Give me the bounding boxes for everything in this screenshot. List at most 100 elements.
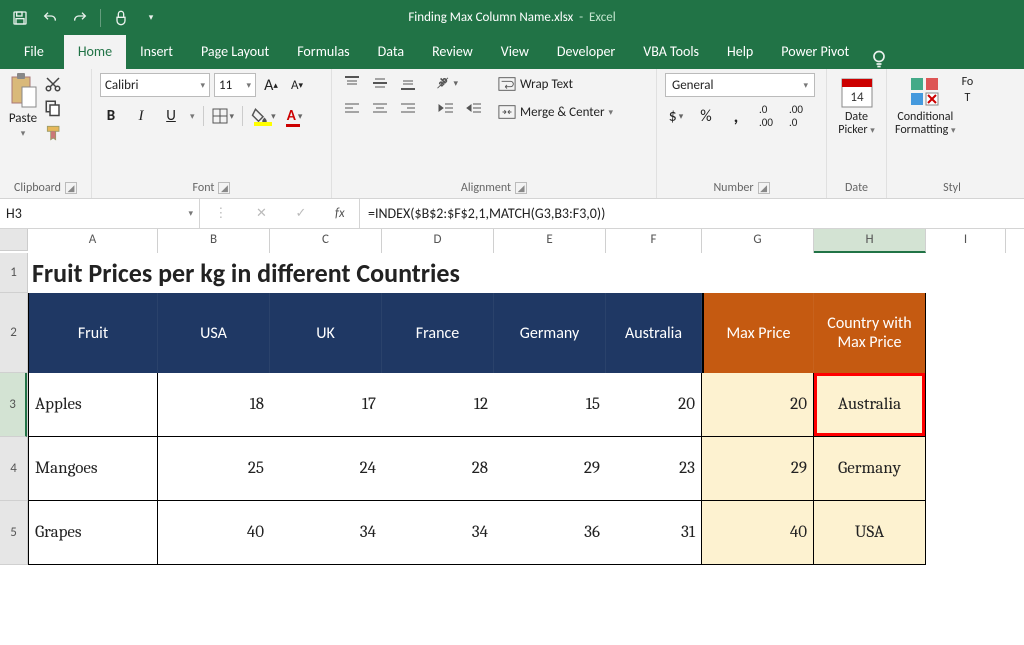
select-all-corner[interactable]	[0, 229, 28, 251]
row-header-1[interactable]: 1	[0, 253, 27, 293]
accounting-format-icon[interactable]: $	[665, 105, 687, 127]
align-middle-icon[interactable]	[368, 73, 392, 93]
cell-g5[interactable]: 40	[702, 501, 814, 565]
header-germany[interactable]: Germany	[494, 293, 606, 373]
col-header-h[interactable]: H	[814, 229, 926, 253]
cell-b3[interactable]: 18	[158, 373, 270, 437]
header-france[interactable]: France	[382, 293, 494, 373]
redo-icon[interactable]	[70, 8, 90, 28]
paste-icon[interactable]	[8, 73, 38, 109]
touch-mouse-mode-icon[interactable]	[111, 8, 131, 28]
copy-icon[interactable]	[44, 99, 64, 117]
clipboard-dialog-launcher-icon[interactable]: ◢	[65, 182, 77, 194]
cell-b5[interactable]: 40	[158, 501, 270, 565]
cell-g4[interactable]: 29	[702, 437, 814, 501]
cell-d4[interactable]: 28	[382, 437, 494, 501]
cell-a5[interactable]: Grapes	[28, 501, 158, 565]
cell-h5[interactable]: USA	[814, 501, 926, 565]
col-header-i[interactable]: I	[926, 229, 1006, 253]
cell-e5[interactable]: 36	[494, 501, 606, 565]
spreadsheet-grid[interactable]: A B C D E F G H I 1 2 3 4 5 Fruit Prices…	[0, 229, 1024, 565]
font-name-select[interactable]: Calibri▾	[100, 73, 210, 97]
increase-font-icon[interactable]: A▴	[260, 74, 282, 96]
col-header-d[interactable]: D	[382, 229, 494, 253]
date-picker-button[interactable]: DatePicker ▾	[838, 111, 875, 137]
header-uk[interactable]: UK	[270, 293, 382, 373]
wrap-text-button[interactable]: Wrap Text	[494, 73, 617, 95]
tab-developer[interactable]: Developer	[543, 35, 629, 69]
cell-c3[interactable]: 17	[270, 373, 382, 437]
tab-insert[interactable]: Insert	[126, 35, 187, 69]
align-right-icon[interactable]	[396, 99, 420, 119]
format-painter-icon[interactable]	[44, 123, 64, 141]
conditional-formatting-button[interactable]: ConditionalFormatting ▾	[895, 73, 956, 137]
orientation-icon[interactable]: ab	[434, 73, 458, 93]
percent-format-icon[interactable]: %	[695, 105, 717, 127]
cell-a3[interactable]: Apples	[28, 373, 158, 437]
tab-help[interactable]: Help	[713, 35, 767, 69]
header-australia[interactable]: Australia	[606, 293, 702, 373]
align-center-icon[interactable]	[368, 99, 392, 119]
tab-data[interactable]: Data	[364, 35, 418, 69]
cut-icon[interactable]	[44, 75, 64, 93]
tab-formulas[interactable]: Formulas	[283, 35, 363, 69]
tab-vba-tools[interactable]: VBA Tools	[629, 35, 713, 69]
cell-d5[interactable]: 34	[382, 501, 494, 565]
increase-indent-icon[interactable]	[462, 99, 486, 119]
fill-color-icon[interactable]	[251, 105, 276, 127]
tell-me[interactable]	[869, 49, 889, 69]
tab-page-layout[interactable]: Page Layout	[187, 35, 283, 69]
cell-c5[interactable]: 34	[270, 501, 382, 565]
cell-f5[interactable]: 31	[606, 501, 702, 565]
alignment-dialog-launcher-icon[interactable]: ◢	[515, 182, 527, 194]
col-header-f[interactable]: F	[606, 229, 702, 253]
font-color-icon[interactable]: A	[284, 105, 306, 127]
col-header-c[interactable]: C	[270, 229, 382, 253]
font-dialog-launcher-icon[interactable]: ◢	[218, 182, 230, 194]
col-header-b[interactable]: B	[158, 229, 270, 253]
decrease-font-icon[interactable]: A▾	[286, 74, 308, 96]
underline-button[interactable]: U	[160, 105, 182, 127]
cell-h4[interactable]: Germany	[814, 437, 926, 501]
formula-input[interactable]: =INDEX($B$2:$F$2,1,MATCH(G3,B3:F3,0))	[360, 199, 1024, 228]
cell-c4[interactable]: 24	[270, 437, 382, 501]
save-icon[interactable]	[10, 8, 30, 28]
row-header-3[interactable]: 3	[0, 373, 27, 437]
header-fruit[interactable]: Fruit	[28, 293, 158, 373]
col-header-a[interactable]: A	[28, 229, 158, 253]
comma-format-icon[interactable]: ,	[725, 105, 747, 127]
cancel-formula-icon[interactable]: ✕	[256, 206, 267, 221]
cell-b4[interactable]: 25	[158, 437, 270, 501]
tab-home[interactable]: Home	[64, 35, 126, 69]
row-header-4[interactable]: 4	[0, 437, 27, 501]
italic-button[interactable]: I	[130, 105, 152, 127]
paste-button[interactable]: Paste	[9, 111, 37, 126]
cell-a4[interactable]: Mangoes	[28, 437, 158, 501]
bold-button[interactable]: B	[100, 105, 122, 127]
enter-formula-icon[interactable]: ✓	[296, 206, 307, 221]
insert-function-icon[interactable]: fx	[335, 206, 345, 221]
sheet-title-cell[interactable]: Fruit Prices per kg in different Countri…	[28, 253, 926, 293]
cell-e3[interactable]: 15	[494, 373, 606, 437]
font-size-select[interactable]: 11▾	[214, 73, 256, 97]
row-header-5[interactable]: 5	[0, 501, 27, 565]
cell-e4[interactable]: 29	[494, 437, 606, 501]
format-as-table-button[interactable]: Fo T	[962, 73, 974, 105]
header-max-price[interactable]: Max Price	[702, 293, 814, 373]
undo-icon[interactable]	[40, 8, 60, 28]
tab-review[interactable]: Review	[418, 35, 487, 69]
increase-decimal-icon[interactable]: .0.00	[755, 105, 777, 127]
cell-h3[interactable]: Australia	[814, 373, 926, 437]
merge-center-button[interactable]: Merge & Center ▾	[494, 101, 617, 123]
header-usa[interactable]: USA	[158, 293, 270, 373]
col-header-e[interactable]: E	[494, 229, 606, 253]
decrease-decimal-icon[interactable]: .00.0	[785, 105, 807, 127]
tab-file[interactable]: File	[10, 35, 64, 69]
align-left-icon[interactable]	[340, 99, 364, 119]
cell-d3[interactable]: 12	[382, 373, 494, 437]
formula-dropdown-icon[interactable]: ⋮	[214, 206, 227, 221]
align-top-icon[interactable]	[340, 73, 364, 93]
header-country-max[interactable]: Country with Max Price	[814, 293, 926, 373]
number-format-select[interactable]: General▾	[665, 73, 815, 97]
row-header-2[interactable]: 2	[0, 293, 27, 373]
